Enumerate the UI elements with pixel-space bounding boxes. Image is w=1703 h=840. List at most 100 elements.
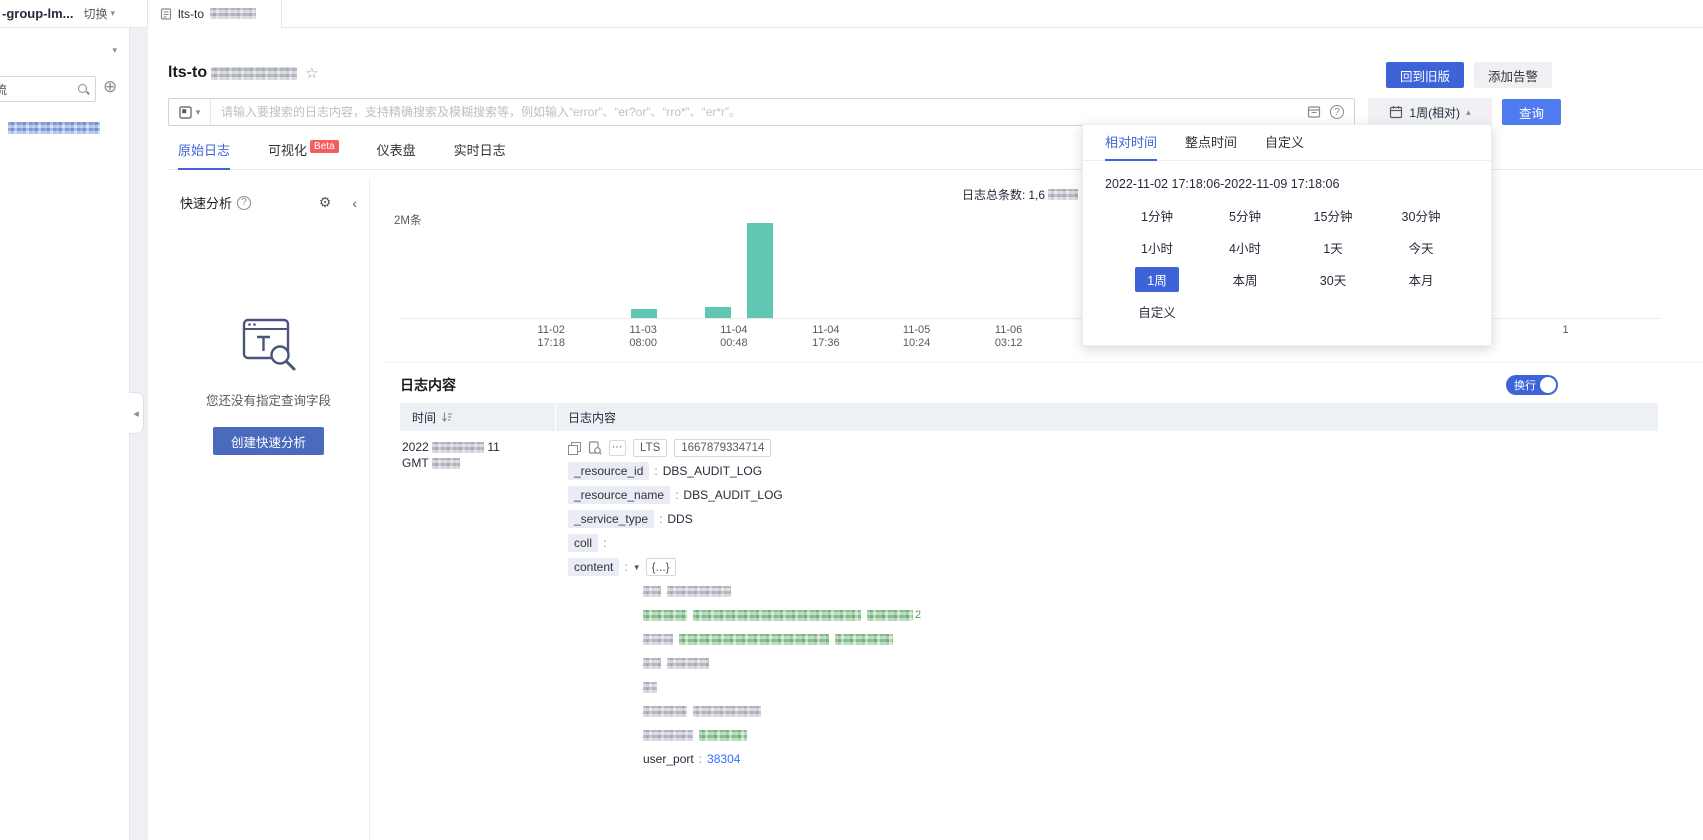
time-option[interactable]: 5分钟 bbox=[1201, 206, 1289, 225]
saved-search-icon[interactable] bbox=[1307, 105, 1321, 119]
expand-caret-icon[interactable]: ▼ bbox=[633, 563, 641, 572]
search-mode-selector[interactable]: ▾ bbox=[169, 99, 211, 125]
collapse-panel-icon[interactable]: ‹ bbox=[352, 195, 357, 211]
field-value: DDS bbox=[667, 512, 692, 526]
back-to-old-button[interactable]: 回到旧版 bbox=[1386, 62, 1464, 88]
time-option[interactable]: 30天 bbox=[1289, 270, 1377, 289]
favorite-star-icon[interactable]: ☆ bbox=[305, 64, 318, 82]
time-range-dropdown: 相对时间 整点时间 自定义 2022-11-02 17:18:06-2022-1… bbox=[1082, 124, 1492, 346]
time-option[interactable]: 4小时 bbox=[1201, 238, 1289, 257]
view-tab[interactable]: 可视化 Beta bbox=[268, 140, 339, 169]
log-field-row: _service_type : DDS bbox=[568, 507, 1683, 531]
json-preview[interactable]: {...} bbox=[646, 558, 676, 576]
chevron-down-icon: ▾ bbox=[111, 8, 116, 19]
time-panel-tab[interactable]: 相对时间 bbox=[1105, 132, 1157, 160]
page-title: lts-to bbox=[168, 64, 297, 82]
time-option[interactable]: 今天 bbox=[1377, 238, 1465, 257]
topbar: -group-lm... 切换 ▾ lts-to bbox=[0, 0, 1703, 28]
quick-analysis-panel: 快速分析 ? ⚙ ‹ 您还没 bbox=[168, 178, 370, 840]
time-options-grid: 1分钟 5分钟 15分钟 30分钟 1小时 4小时 bbox=[1113, 206, 1491, 321]
stream-search-text: 流 bbox=[0, 81, 7, 98]
group-switcher[interactable]: -group-lm... 切换 ▾ bbox=[0, 5, 130, 22]
field-key[interactable]: _resource_id bbox=[568, 462, 649, 480]
search-icon[interactable] bbox=[78, 84, 89, 95]
time-option[interactable]: 1分钟 bbox=[1113, 206, 1201, 225]
empty-text: 您还没有指定查询字段 bbox=[168, 390, 369, 409]
log-tags: LTS 1667879334714 bbox=[633, 439, 771, 457]
search-mode-icon bbox=[179, 106, 192, 119]
stream-search-input[interactable]: 流 bbox=[0, 76, 96, 102]
chart-x-label-partial: 1 bbox=[1562, 324, 1568, 337]
time-option[interactable]: 15分钟 bbox=[1289, 206, 1377, 225]
lts-log-search-page: -group-lm... 切换 ▾ lts-to ▾ 流 ⊕ bbox=[0, 0, 1703, 840]
time-option[interactable]: 自定义 bbox=[1113, 302, 1201, 321]
log-search-box: ▾ ? bbox=[168, 98, 1355, 126]
log-tag[interactable]: 1667879334714 bbox=[674, 439, 771, 457]
field-key[interactable]: _resource_name bbox=[568, 486, 670, 504]
time-panel-tab[interactable]: 整点时间 bbox=[1185, 132, 1237, 160]
view-tab[interactable]: 实时日志 bbox=[454, 140, 506, 169]
chevron-down-icon: ▾ bbox=[196, 107, 201, 118]
field-key[interactable]: _service_type bbox=[568, 510, 654, 528]
log-search-input[interactable] bbox=[211, 99, 1354, 125]
log-fields: _resource_id : DBS_AUDIT_LOG _resource_n… bbox=[568, 459, 1683, 555]
time-option[interactable]: 30分钟 bbox=[1377, 206, 1465, 225]
redacted bbox=[211, 67, 297, 80]
redacted bbox=[432, 458, 460, 469]
time-option[interactable]: 1周 bbox=[1113, 270, 1201, 289]
gear-icon[interactable]: ⚙ bbox=[319, 194, 332, 211]
add-alarm-button[interactable]: 添加告警 bbox=[1474, 62, 1552, 88]
log-table-header: 时间 日志内容 bbox=[400, 403, 1658, 431]
search-inline-icons: ? bbox=[1307, 99, 1344, 125]
chart-bar bbox=[747, 223, 773, 318]
field-value-link[interactable]: 38304 bbox=[707, 752, 740, 766]
chart-bar bbox=[705, 307, 731, 318]
sidebar-group-select[interactable]: ▾ bbox=[0, 34, 129, 66]
help-icon[interactable]: ? bbox=[1330, 105, 1344, 119]
search-row: ▾ ? 1周(相对) ▴ 查询 bbox=[168, 98, 1561, 126]
field-key: user_port bbox=[643, 752, 694, 766]
chart-x-label: 11-0603:12 bbox=[995, 324, 1023, 350]
help-icon[interactable]: ? bbox=[237, 196, 251, 210]
copy-icon[interactable] bbox=[568, 442, 581, 455]
switch-group-button[interactable]: 切换 ▾ bbox=[84, 5, 116, 22]
sort-icon[interactable] bbox=[441, 411, 453, 423]
time-option[interactable]: 本月 bbox=[1377, 270, 1465, 289]
chart-x-label: 11-0417:36 bbox=[812, 324, 840, 350]
time-option[interactable]: 1天 bbox=[1289, 238, 1377, 257]
chart-x-label: 11-0510:24 bbox=[903, 324, 931, 350]
create-quick-analysis-button[interactable]: 创建快速分析 bbox=[213, 427, 324, 455]
view-context-icon[interactable] bbox=[588, 441, 602, 455]
log-field-row: _resource_name : DBS_AUDIT_LOG bbox=[568, 483, 1683, 507]
log-tag[interactable]: LTS bbox=[633, 439, 667, 457]
time-column-header: 时间 bbox=[412, 409, 436, 426]
redacted bbox=[432, 442, 484, 453]
beta-badge: Beta bbox=[310, 140, 339, 153]
log-field-row: coll : bbox=[568, 531, 1683, 555]
log-stream-tab[interactable]: lts-to bbox=[147, 0, 282, 28]
log-entry-toolbar: ⋯ LTS 1667879334714 bbox=[568, 437, 1683, 459]
log-entry-time: 2022 11 GMT bbox=[400, 431, 555, 471]
field-key[interactable]: content bbox=[568, 558, 619, 576]
time-option[interactable]: 本周 bbox=[1201, 270, 1289, 289]
add-stream-button[interactable]: ⊕ bbox=[103, 78, 117, 95]
group-name: -group-lm... bbox=[2, 6, 74, 21]
page-header: lts-to ☆ bbox=[168, 64, 319, 82]
query-button[interactable]: 查询 bbox=[1502, 99, 1561, 125]
time-option[interactable]: 1小时 bbox=[1113, 238, 1201, 257]
more-actions-icon[interactable]: ⋯ bbox=[609, 440, 626, 456]
wrap-toggle[interactable]: 换行 bbox=[1506, 375, 1558, 395]
calendar-icon bbox=[1389, 105, 1403, 119]
sidebar-collapse-handle[interactable]: ◂ bbox=[129, 392, 144, 434]
log-stream-item[interactable] bbox=[8, 120, 129, 134]
view-tab[interactable]: 仪表盘 bbox=[377, 140, 416, 169]
content-field-row: content : ▼ {...} bbox=[568, 555, 1683, 579]
field-key[interactable]: coll bbox=[568, 534, 598, 552]
time-range-selector[interactable]: 1周(相对) ▴ bbox=[1368, 98, 1492, 126]
chevron-up-icon: ▴ bbox=[1466, 107, 1471, 118]
log-field-row: _resource_id : DBS_AUDIT_LOG bbox=[568, 459, 1683, 483]
header-actions: 回到旧版 添加告警 bbox=[1386, 62, 1552, 88]
view-tab[interactable]: 原始日志 bbox=[178, 140, 230, 169]
time-panel-tab[interactable]: 自定义 bbox=[1265, 132, 1304, 160]
chart-bar bbox=[631, 309, 657, 318]
